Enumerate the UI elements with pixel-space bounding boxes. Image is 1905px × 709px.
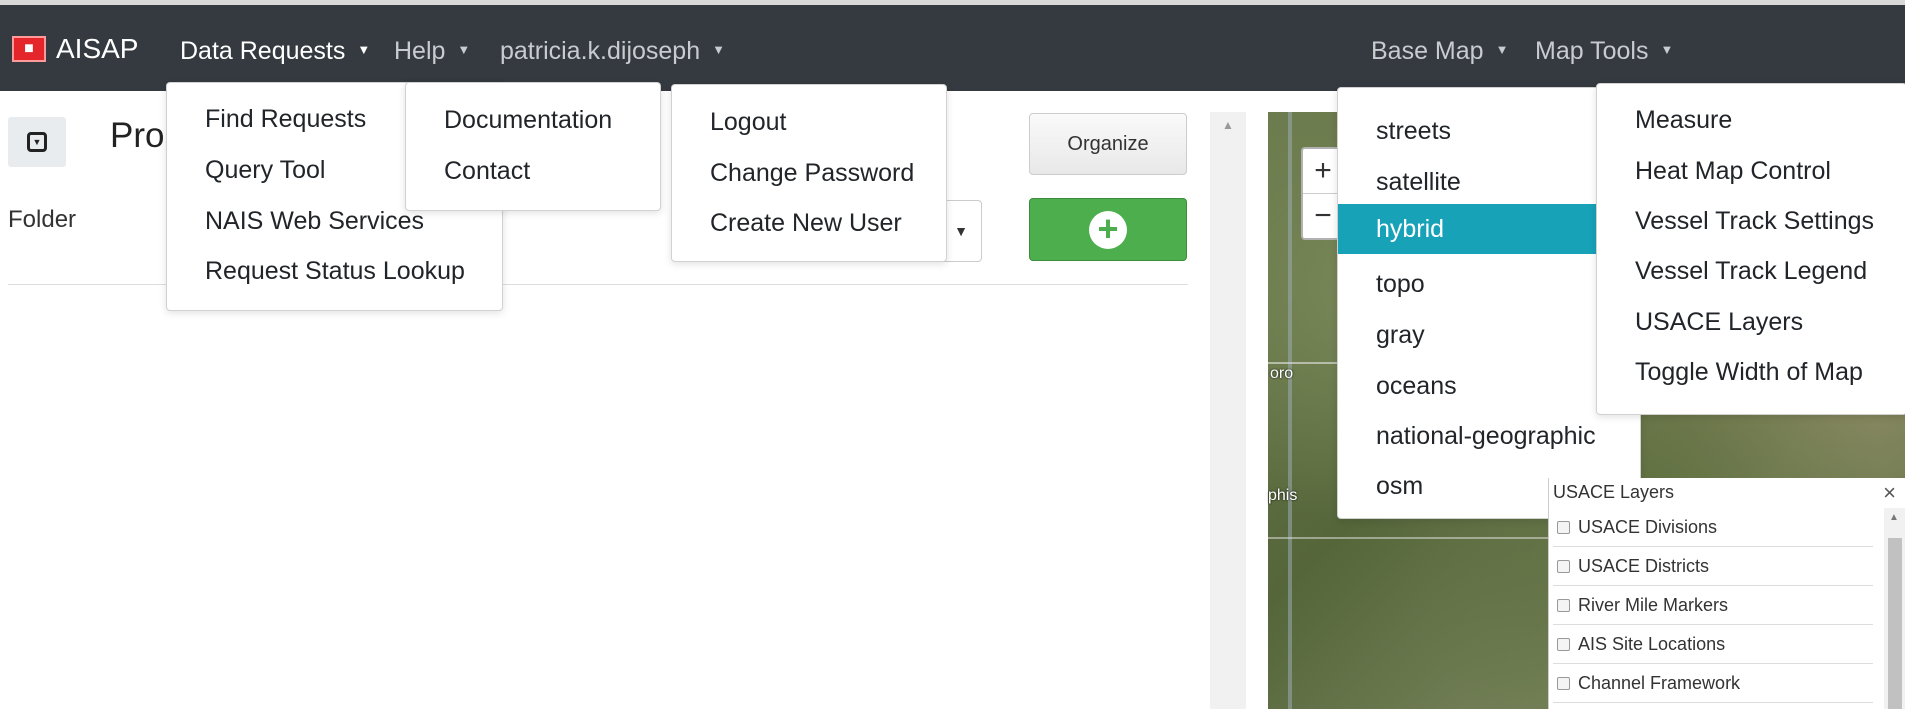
nav-map-tools[interactable]: Map Tools ▼ <box>1535 37 1673 66</box>
nav-data-requests[interactable]: Data Requests ▼ <box>180 37 370 66</box>
nav-data-requests-label: Data Requests <box>180 37 346 65</box>
folder-label: Folder <box>8 206 77 233</box>
scroll-thumb[interactable] <box>1888 538 1902 709</box>
basemap-option-gray[interactable]: gray <box>1338 310 1640 360</box>
layer-row-channel-framework[interactable]: Channel Framework <box>1553 664 1873 703</box>
layer-label: AIS Site Locations <box>1578 633 1726 654</box>
layer-checkbox[interactable] <box>1557 598 1570 612</box>
basemap-option-national-geographic[interactable]: national-geographic <box>1338 411 1640 461</box>
map-river <box>1288 112 1292 709</box>
menu-item-contact[interactable]: Contact <box>406 157 660 186</box>
caret-square-down-icon: ▼ <box>27 132 47 152</box>
panel-title: Pro <box>110 116 165 155</box>
panel-collapse-button[interactable]: ▼ <box>8 117 66 167</box>
basemap-option-satellite[interactable]: satellite <box>1338 157 1640 207</box>
nav-base-map[interactable]: Base Map ▼ <box>1371 37 1508 66</box>
menu-item-logout[interactable]: Logout <box>672 108 946 137</box>
layers-scrollbar[interactable]: ▲ <box>1884 508 1905 709</box>
nav-user[interactable]: patricia.k.dijoseph ▼ <box>500 37 725 66</box>
usace-castle-logo-icon: ■ <box>12 36 46 62</box>
nav-user-label: patricia.k.dijoseph <box>500 37 701 65</box>
layer-row-usace-divisions[interactable]: USACE Divisions <box>1553 508 1873 547</box>
basemap-option-topo[interactable]: topo <box>1338 259 1640 309</box>
map-place-label: oro <box>1270 365 1294 382</box>
menu-item-create-new-user[interactable]: Create New User <box>672 209 946 238</box>
layer-label: Channel Framework <box>1578 672 1741 693</box>
layer-checkbox[interactable] <box>1557 676 1570 690</box>
basemap-option-oceans[interactable]: oceans <box>1338 361 1640 411</box>
menu-item-vessel-track-settings[interactable]: Vessel Track Settings <box>1597 207 1905 236</box>
layer-label: USACE Districts <box>1578 555 1710 576</box>
layer-label: River Mile Markers <box>1578 594 1729 615</box>
menu-item-change-password[interactable]: Change Password <box>672 159 946 188</box>
brand-title: AISAP <box>56 33 139 64</box>
menu-item-documentation[interactable]: Documentation <box>406 106 660 135</box>
caret-down-icon: ▼ <box>357 42 371 57</box>
layer-row-ais-site-locations[interactable]: AIS Site Locations <box>1553 625 1873 664</box>
help-menu: Documentation Contact <box>405 82 661 211</box>
basemap-option-hybrid[interactable]: hybrid <box>1338 204 1640 254</box>
menu-item-vessel-track-legend[interactable]: Vessel Track Legend <box>1597 257 1905 286</box>
scroll-up-arrow-icon[interactable]: ▲ <box>1889 512 1899 523</box>
menu-item-heat-map-control[interactable]: Heat Map Control <box>1597 157 1905 186</box>
organize-button[interactable]: Organize <box>1029 113 1187 175</box>
menu-item-measure[interactable]: Measure <box>1597 106 1905 135</box>
menu-item-nais-web-services[interactable]: NAIS Web Services <box>167 207 502 236</box>
close-icon[interactable]: × <box>1883 480 1896 506</box>
plus-circle-icon: + <box>1089 210 1127 249</box>
layer-checkbox[interactable] <box>1557 520 1570 534</box>
layer-checkbox[interactable] <box>1557 637 1570 651</box>
usace-layers-title: USACE Layers <box>1553 482 1675 502</box>
usace-layers-panel: USACE Layers × USACE Divisions USACE Dis… <box>1548 478 1905 709</box>
menu-item-request-status-lookup[interactable]: Request Status Lookup <box>167 257 502 286</box>
user-menu: Logout Change Password Create New User <box>671 84 947 262</box>
menu-item-toggle-width-of-map[interactable]: Toggle Width of Map <box>1597 358 1905 387</box>
scroll-up-arrow-icon[interactable]: ▲ <box>1222 118 1234 132</box>
top-navbar: ■ AISAP Data Requests ▼ Help ▼ patricia.… <box>0 5 1905 91</box>
nav-help-label: Help <box>394 37 446 65</box>
layer-label: USACE Divisions <box>1578 516 1718 537</box>
map-tools-menu: Measure Heat Map Control Vessel Track Se… <box>1596 83 1905 415</box>
layer-checkbox[interactable] <box>1557 559 1570 573</box>
caret-down-icon: ▼ <box>712 42 725 57</box>
panel-scrollbar[interactable]: ▲ <box>1210 112 1246 709</box>
caret-down-icon: ▼ <box>457 42 471 57</box>
caret-down-icon: ▼ <box>1495 42 1509 57</box>
layer-row-usace-districts[interactable]: USACE Districts <box>1553 547 1873 586</box>
add-button[interactable]: + <box>1029 198 1187 261</box>
nav-help[interactable]: Help ▼ <box>394 37 470 66</box>
brand[interactable]: ■ AISAP <box>12 33 138 65</box>
layer-row-river-mile-markers[interactable]: River Mile Markers <box>1553 586 1873 625</box>
nav-map-tools-label: Map Tools <box>1535 37 1649 65</box>
map-place-label: phis <box>1268 487 1298 504</box>
caret-down-icon: ▼ <box>1660 42 1674 57</box>
basemap-option-streets[interactable]: streets <box>1338 106 1640 156</box>
menu-item-usace-layers[interactable]: USACE Layers <box>1597 308 1905 337</box>
nav-base-map-label: Base Map <box>1371 37 1484 65</box>
